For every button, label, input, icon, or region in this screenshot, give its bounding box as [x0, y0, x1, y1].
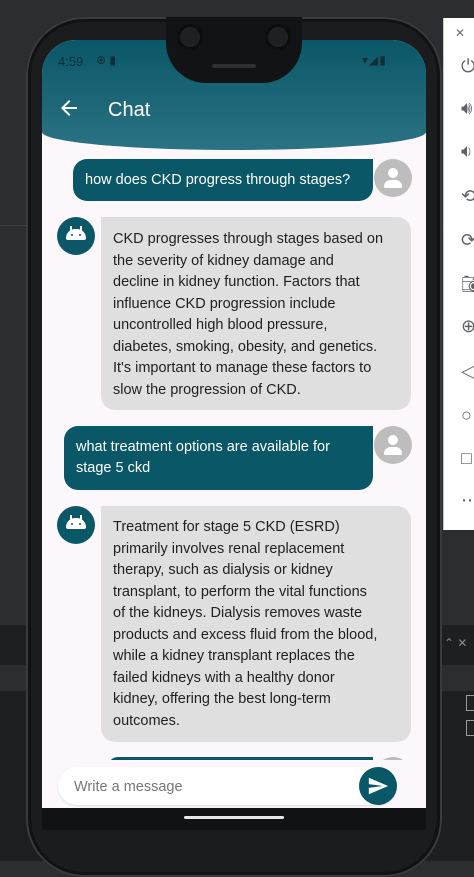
user-message: what treatment options are available for… [64, 426, 373, 490]
message-line: of the kidneys. Dialysis removes waste [113, 605, 363, 621]
message-line: uncontrolled high blood pressure, [113, 317, 328, 333]
message-line: while a kidney transplant replaces the [113, 648, 355, 664]
zoom-icon[interactable]: ⊕ [461, 316, 474, 336]
message-input-container [58, 767, 396, 805]
message-line: the severity of kidney damage and [113, 252, 334, 269]
panel-box-icon [466, 720, 474, 736]
user-avatar-icon [374, 426, 412, 464]
message-line: decline in kidney function. Factors that [113, 274, 360, 290]
android-bot-icon [57, 506, 95, 544]
message-line: outcomes. [113, 712, 180, 729]
message-text: how does CKD progress through stages? [85, 172, 351, 188]
earpiece-speaker [212, 64, 256, 68]
panel-box-icon [466, 695, 474, 711]
message-line: therapy, such as dialysis or kidney [113, 562, 333, 578]
phone-notch [166, 17, 302, 83]
page-title: Chat [108, 99, 151, 121]
message-line: failed kidneys with a healthy donor [113, 669, 335, 686]
app-screen: 4:59 ⊕ ▮ ▾◢▮ Chat how does CKD progress … [42, 40, 426, 830]
panel-arrows-icon[interactable]: ⌃ ✕ [444, 636, 467, 650]
close-icon[interactable]: ✕ [455, 26, 465, 40]
send-button[interactable] [359, 767, 397, 805]
emulator-toolbar: ⏻ 🔊︎ 🔉︎ ⟲ ⟳ 📷︎ ⊕ ◁ ○ □ ⋯ [443, 18, 474, 530]
message-line: products and excess fluid from the blood… [113, 626, 378, 643]
message-line: primarily involves renal replacement [113, 540, 345, 557]
message-line: slow the progression of CKD. [113, 381, 301, 398]
rotate-right-icon[interactable]: ⟳ [461, 230, 474, 250]
bot-message: Treatment for stage 5 CKD (ESRD) primari… [101, 506, 411, 742]
home-pill[interactable] [184, 816, 284, 819]
status-notification-icons: ⊕ ▮ [96, 53, 116, 67]
volume-down-icon[interactable]: 🔉︎ [461, 141, 474, 161]
power-icon[interactable]: ⏻ [461, 56, 474, 76]
status-signal-battery-icons: ▾◢▮ [362, 53, 387, 67]
message-line: influence CKD progression include [113, 295, 336, 312]
camera-icon[interactable]: 📷︎ [461, 274, 474, 294]
message-line: It's important to manage these factors t… [113, 360, 372, 376]
more-icon[interactable]: ⋯ [461, 490, 474, 510]
front-camera [268, 27, 288, 47]
status-time: 4:59 [58, 54, 84, 69]
message-line: CKD progresses through stages based on [113, 231, 384, 247]
back-arrow-icon[interactable] [59, 98, 79, 122]
home-icon[interactable]: ○ [461, 405, 474, 425]
system-nav-bar [42, 808, 426, 830]
message-input[interactable] [72, 776, 376, 798]
message-line: transplant, to perform the vital functio… [113, 583, 367, 600]
overview-icon[interactable]: □ [461, 448, 474, 468]
send-icon [368, 777, 389, 795]
user-avatar-icon [374, 159, 412, 197]
user-message: how does CKD progress through stages? [73, 159, 373, 201]
message-line: diabetes, smoking, obesity, and genetics… [113, 338, 378, 355]
volume-up-icon[interactable]: 🔊︎ [461, 98, 474, 118]
rotate-left-icon[interactable]: ⟲ [461, 186, 474, 206]
android-bot-icon [57, 217, 95, 255]
message-line: what treatment options are available for [76, 439, 330, 455]
bot-message: CKD progresses through stages based on t… [101, 217, 411, 410]
back-icon[interactable]: ◁ [461, 361, 474, 381]
message-line: Treatment for stage 5 CKD (ESRD) [113, 519, 340, 535]
message-line: kidney, offering the best long-term [113, 691, 331, 707]
message-line: stage 5 ckd [76, 460, 151, 476]
front-camera [180, 27, 200, 47]
